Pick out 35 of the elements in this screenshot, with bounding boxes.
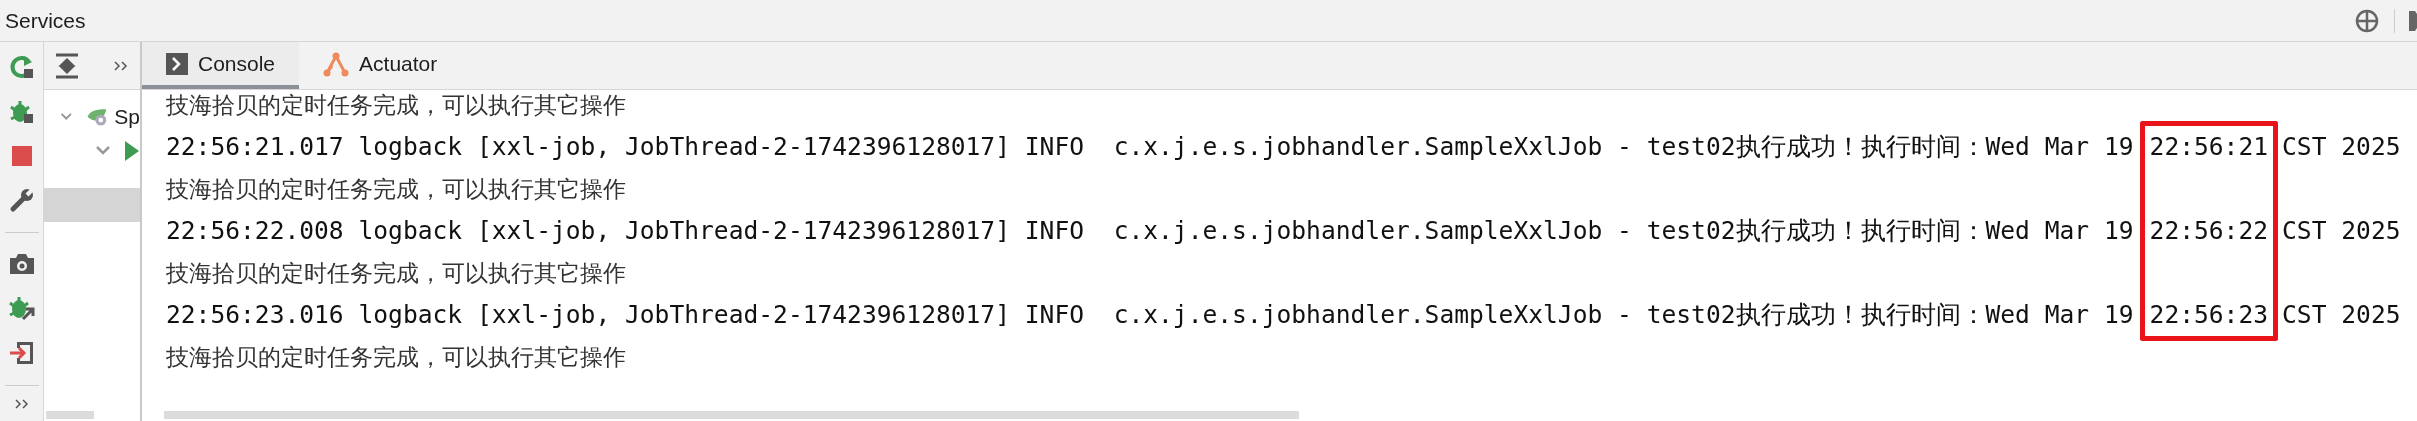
tab[interactable]: Actuator [299, 42, 462, 89]
log-text: CST 2025 [2282, 298, 2401, 331]
more-icon[interactable] [14, 399, 29, 409]
panel-title: Services [5, 7, 86, 34]
terminal-icon [166, 52, 188, 75]
stop-icon[interactable] [9, 144, 34, 168]
tab[interactable]: Console [142, 42, 300, 89]
chevron-down-icon[interactable] [60, 111, 73, 123]
log-time: 22:56:21 [2149, 128, 2269, 166]
debug-icon[interactable] [7, 295, 36, 321]
rerun-icon[interactable] [8, 54, 35, 80]
debug-icon[interactable] [8, 99, 35, 125]
nodes-icon [323, 50, 350, 77]
log-text: CST 2025 [2282, 214, 2401, 247]
tree-item[interactable]: Sp [114, 101, 140, 133]
log-message: 技海拾贝的定时任务完成，可以执行其它操作 [166, 258, 626, 288]
camera-icon[interactable] [8, 252, 35, 276]
crosshair-icon[interactable] [2354, 7, 2380, 34]
log-time: 22:56:23 [2149, 296, 2269, 334]
play-icon [125, 141, 139, 161]
log-time: 22:56:22 [2149, 212, 2269, 250]
chevron-down-icon[interactable] [95, 145, 111, 157]
wrench-icon[interactable] [8, 187, 35, 213]
collapse-icon[interactable] [56, 52, 78, 79]
login-icon[interactable] [8, 340, 35, 366]
log-message: 技海拾贝的定时任务完成，可以执行其它操作 [166, 342, 626, 372]
scrollbar[interactable] [46, 411, 94, 419]
log-message: 技海拾贝的定时任务完成，可以执行其它操作 [166, 90, 626, 120]
log-text: 22:56:23.016 logback [xxl-job, JobThread-2-1742396128017] INFO c.x.j.e.s.jobhandler.SampleXxlJob - test02执行成功！执行时间：Wed Mar 19 [166, 298, 2134, 331]
log-text: 22:56:21.017 logback [xxl-job, JobThread-2-1742396128017] INFO c.x.j.e.s.jobhandler.SampleXxlJob - test02执行成功！执行时间：Wed Mar 19 [166, 130, 2134, 163]
log-message: 技海拾贝的定时任务完成，可以执行其它操作 [166, 174, 626, 204]
log-text: 22:56:22.008 logback [xxl-job, JobThread-2-1742396128017] INFO c.x.j.e.s.jobhandler.SampleXxlJob - test02执行成功！执行时间：Wed Mar 19 [166, 214, 2134, 247]
scrollbar[interactable] [164, 411, 1299, 419]
log-text: CST 2025 [2282, 130, 2401, 163]
more-icon[interactable] [114, 60, 128, 71]
